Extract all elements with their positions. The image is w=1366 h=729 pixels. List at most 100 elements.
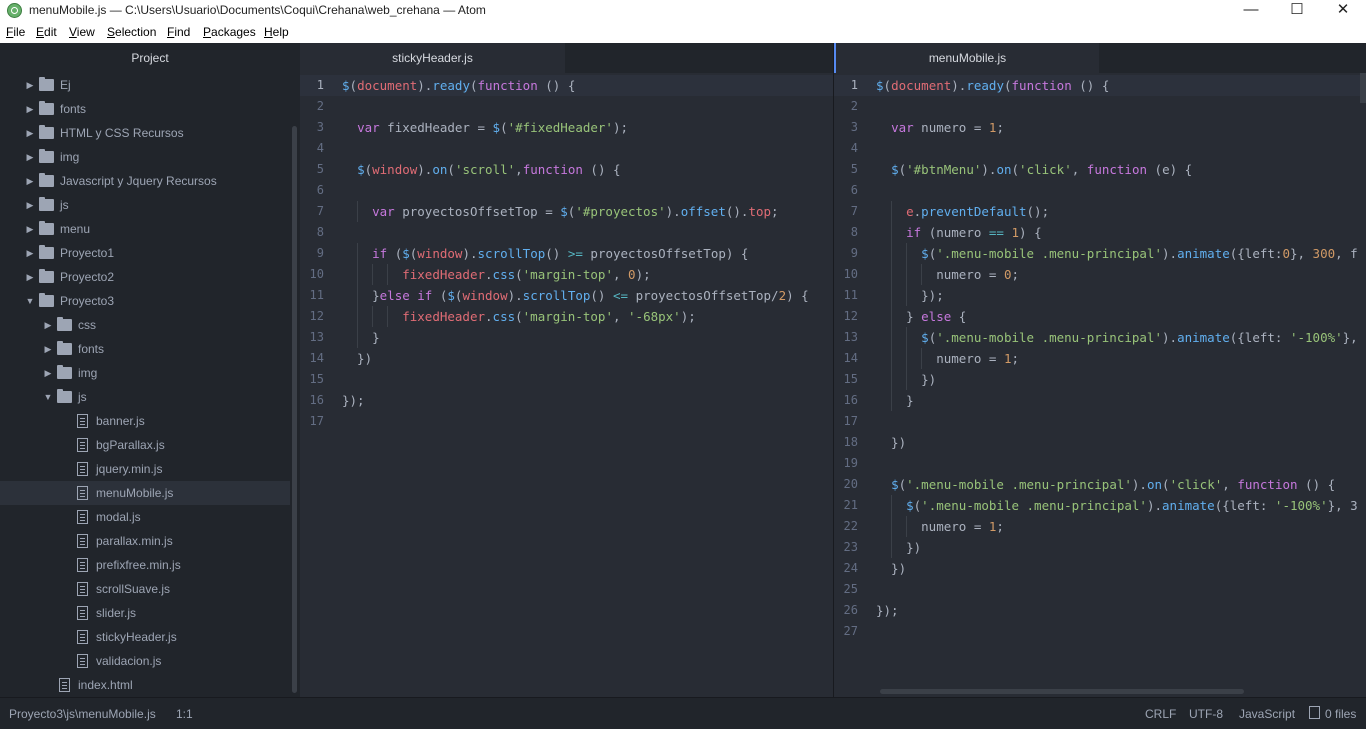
tree-folder[interactable]: ▶ HTML y CSS Recursos bbox=[0, 121, 290, 145]
chevron-down-icon[interactable]: ▼ bbox=[24, 289, 36, 313]
folder-icon bbox=[39, 125, 54, 139]
horizontal-scrollbar[interactable] bbox=[880, 689, 1244, 694]
maximize-button[interactable]: ☐ bbox=[1274, 0, 1320, 22]
menu-view[interactable]: View bbox=[69, 25, 95, 39]
status-grammar[interactable]: JavaScript bbox=[1239, 707, 1295, 721]
status-line-ending[interactable]: CRLF bbox=[1145, 707, 1176, 721]
chevron-down-icon[interactable]: ▼ bbox=[42, 385, 54, 409]
tree-file[interactable]: parallax.min.js bbox=[0, 529, 290, 553]
tree-folder[interactable]: ▶ menu bbox=[0, 217, 290, 241]
menu-file[interactable]: File bbox=[6, 25, 25, 39]
tree-folder[interactable]: ▶ Proyecto1 bbox=[0, 241, 290, 265]
code-line: $('.menu-mobile .menu-principal').animat… bbox=[876, 327, 1358, 348]
tree-folder[interactable]: ▶ js bbox=[0, 193, 290, 217]
line-number: 24 bbox=[843, 561, 858, 575]
code-token: ). bbox=[417, 78, 433, 93]
chevron-right-icon[interactable]: ▶ bbox=[24, 193, 36, 217]
code-token: }) bbox=[876, 435, 907, 450]
folder-icon bbox=[39, 77, 54, 91]
chevron-right-icon[interactable]: ▶ bbox=[42, 361, 54, 385]
tree-file[interactable]: menuMobile.js bbox=[0, 481, 290, 505]
code-token: } bbox=[342, 330, 380, 345]
tree-folder[interactable]: ▶ Javascript y Jquery Recursos bbox=[0, 169, 290, 193]
tab-stickyheader[interactable]: stickyHeader.js bbox=[300, 43, 565, 73]
tree-file[interactable]: slider.js bbox=[0, 601, 290, 625]
tree-file[interactable]: stickyHeader.js bbox=[0, 625, 290, 649]
tree-folder[interactable]: ▶ fonts bbox=[0, 337, 290, 361]
code-token: , bbox=[1222, 477, 1238, 492]
code-token: (); bbox=[1026, 204, 1050, 219]
status-cursor-position[interactable]: 1:1 bbox=[176, 707, 193, 721]
chevron-right-icon[interactable]: ▶ bbox=[24, 169, 36, 193]
folder-icon bbox=[39, 197, 54, 211]
tree-folder[interactable]: ▶ Ej bbox=[0, 73, 290, 97]
vertical-scrollbar[interactable] bbox=[1360, 73, 1366, 103]
line-number: 6 bbox=[316, 183, 324, 197]
code-token: if bbox=[906, 225, 922, 240]
code-token: ). bbox=[951, 78, 967, 93]
code-token: ; bbox=[1011, 267, 1019, 282]
tree-item-label: banner.js bbox=[96, 414, 145, 428]
file-text-icon bbox=[77, 558, 88, 572]
chevron-right-icon[interactable]: ▶ bbox=[24, 73, 36, 97]
folder-icon bbox=[39, 269, 54, 283]
code-token: . bbox=[485, 309, 493, 324]
indent-guide bbox=[906, 516, 908, 537]
code-line: } bbox=[342, 327, 380, 348]
tree-file[interactable]: bgParallax.js bbox=[0, 433, 290, 457]
code-token: }); bbox=[876, 603, 899, 618]
code-token: }, bbox=[1342, 330, 1358, 345]
code-token: '#proyectos' bbox=[575, 204, 666, 219]
chevron-right-icon[interactable]: ▶ bbox=[24, 97, 36, 121]
tree-item-label: menuMobile.js bbox=[96, 486, 174, 500]
indent-guide bbox=[921, 264, 923, 285]
menu-packages[interactable]: Packages bbox=[203, 25, 256, 39]
tree-scrollbar[interactable] bbox=[292, 126, 297, 693]
tree-item-label: fonts bbox=[60, 102, 87, 116]
menu-selection[interactable]: Selection bbox=[107, 25, 156, 39]
indent-guide bbox=[357, 306, 359, 327]
tree-file[interactable]: validacion.js bbox=[0, 649, 290, 673]
tree-folder[interactable]: ▶ fonts bbox=[0, 97, 290, 121]
tree-folder[interactable]: ▶ img bbox=[0, 145, 290, 169]
tree-file[interactable]: modal.js bbox=[0, 505, 290, 529]
tree-folder[interactable]: ▼ js bbox=[0, 385, 290, 409]
tree-file[interactable]: index.html bbox=[0, 673, 290, 697]
tree-item-label: bgParallax.js bbox=[96, 438, 165, 452]
chevron-right-icon[interactable]: ▶ bbox=[42, 337, 54, 361]
menu-help[interactable]: Help bbox=[264, 25, 289, 39]
tree-file[interactable]: banner.js bbox=[0, 409, 290, 433]
tree-folder[interactable]: ▼ Proyecto3 bbox=[0, 289, 290, 313]
line-number: 10 bbox=[309, 267, 324, 281]
status-encoding[interactable]: UTF-8 bbox=[1189, 707, 1223, 721]
tree-folder[interactable]: ▶ css bbox=[0, 313, 290, 337]
line-number: 1 bbox=[316, 78, 324, 92]
tree-folder[interactable]: ▶ img bbox=[0, 361, 290, 385]
tab-menumobile[interactable]: menuMobile.js bbox=[834, 43, 1099, 73]
chevron-right-icon[interactable]: ▶ bbox=[24, 217, 36, 241]
minimize-button[interactable]: — bbox=[1228, 0, 1274, 22]
tree-file[interactable]: prefixfree.min.js bbox=[0, 553, 290, 577]
code-token: }) bbox=[876, 540, 922, 555]
tree-file[interactable]: scrollSuave.js bbox=[0, 577, 290, 601]
chevron-right-icon[interactable]: ▶ bbox=[24, 145, 36, 169]
code-token: on bbox=[1146, 477, 1163, 492]
chevron-right-icon[interactable]: ▶ bbox=[24, 265, 36, 289]
chevron-right-icon[interactable]: ▶ bbox=[24, 121, 36, 145]
code-token: 'scroll' bbox=[454, 162, 516, 177]
status-file-path[interactable]: Proyecto3\js\menuMobile.js bbox=[9, 707, 156, 721]
code-token: ( bbox=[898, 477, 907, 492]
chevron-right-icon[interactable]: ▶ bbox=[42, 313, 54, 337]
line-number: 20 bbox=[843, 477, 858, 491]
tree-item-label: css bbox=[78, 318, 96, 332]
tree-folder[interactable]: ▶ Proyecto2 bbox=[0, 265, 290, 289]
menu-find[interactable]: Find bbox=[167, 25, 190, 39]
chevron-right-icon[interactable]: ▶ bbox=[24, 241, 36, 265]
code-token: scrollTop bbox=[477, 246, 546, 261]
tree-file[interactable]: jquery.min.js bbox=[0, 457, 290, 481]
menu-edit[interactable]: Edit bbox=[36, 25, 57, 39]
code-token: ); bbox=[635, 267, 651, 282]
status-files-count[interactable]: 0 files bbox=[1325, 707, 1356, 721]
close-button[interactable]: ✕ bbox=[1320, 0, 1366, 22]
